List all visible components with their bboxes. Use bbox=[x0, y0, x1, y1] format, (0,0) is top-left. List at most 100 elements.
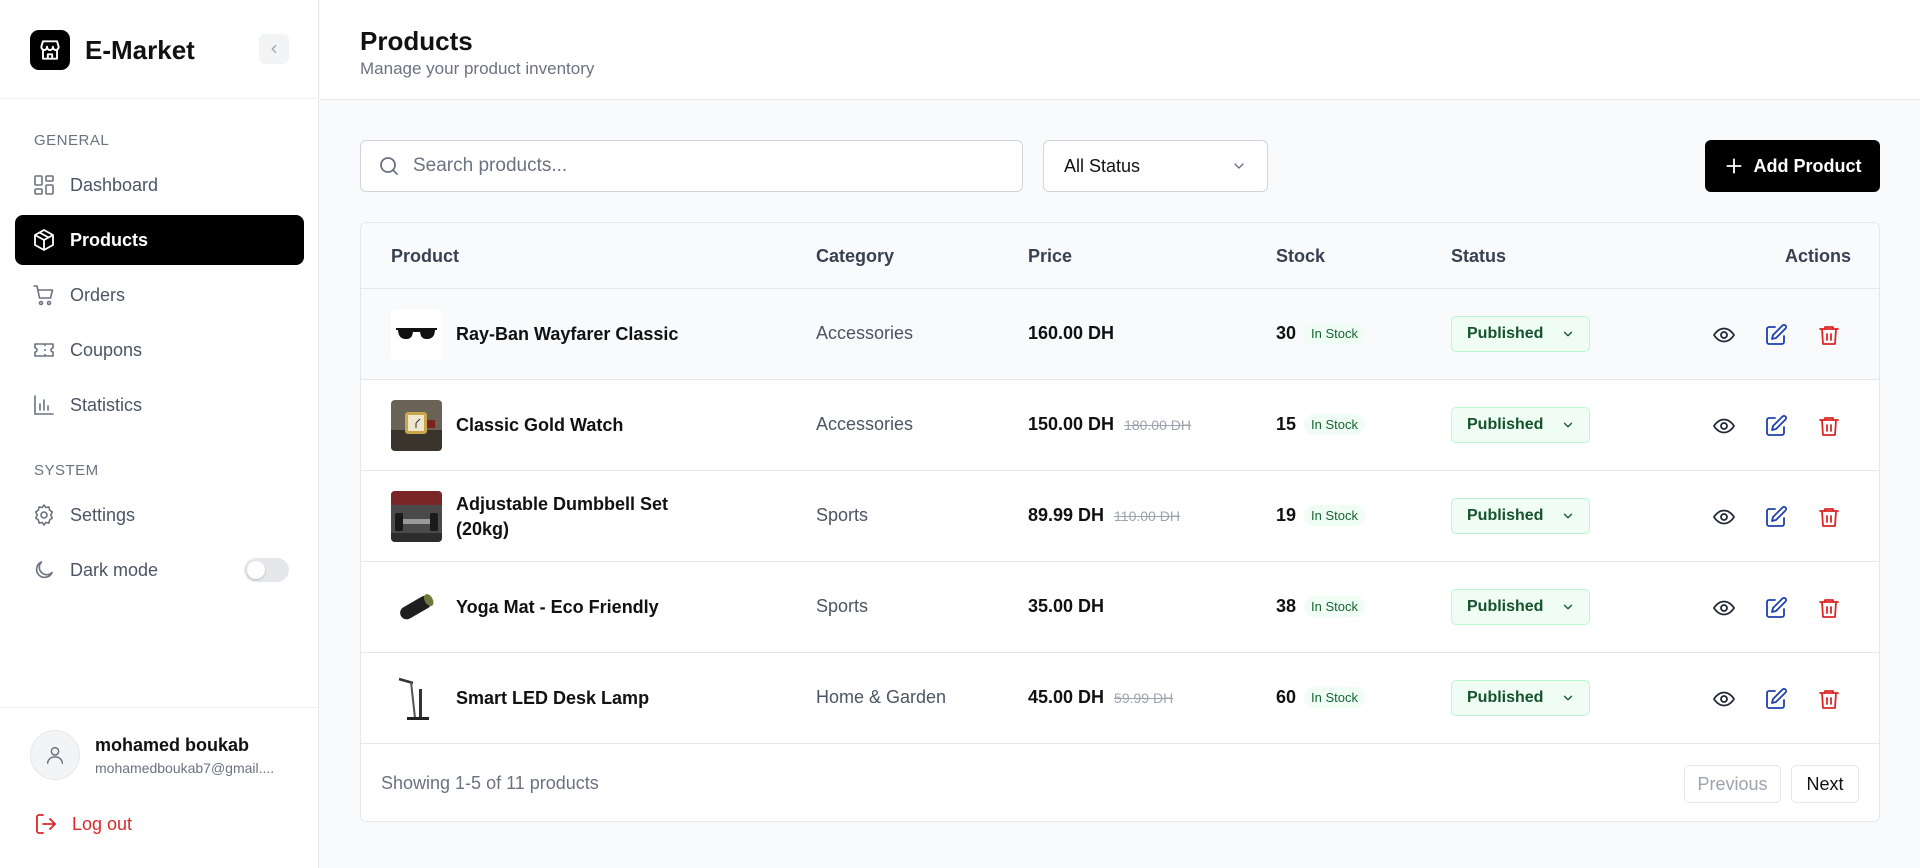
eye-icon bbox=[1712, 418, 1736, 434]
status-dropdown[interactable]: Published bbox=[1451, 498, 1590, 534]
dark-mode-toggle[interactable] bbox=[244, 558, 289, 582]
delete-button[interactable] bbox=[1816, 413, 1842, 439]
status-filter-select[interactable]: All Status bbox=[1043, 140, 1268, 192]
product-category: Accessories bbox=[816, 323, 914, 343]
sidebar-item-products[interactable]: Products bbox=[15, 215, 304, 265]
product-stock: 15 In Stock bbox=[1276, 414, 1365, 435]
next-page-button[interactable]: Next bbox=[1791, 765, 1859, 803]
dashboard-icon bbox=[31, 172, 57, 198]
eye-icon bbox=[1712, 600, 1736, 616]
column-header-category: Category bbox=[816, 246, 895, 266]
sidebar-item-settings[interactable]: Settings bbox=[15, 490, 304, 540]
view-button[interactable] bbox=[1711, 686, 1737, 712]
page-title: Products bbox=[360, 26, 473, 56]
add-product-button[interactable]: Add Product bbox=[1705, 140, 1880, 192]
edit-button[interactable] bbox=[1763, 322, 1789, 348]
delete-button[interactable] bbox=[1816, 504, 1842, 530]
eye-icon bbox=[1712, 691, 1736, 707]
edit-button[interactable] bbox=[1763, 504, 1789, 530]
edit-button[interactable] bbox=[1763, 595, 1789, 621]
edit-icon bbox=[1766, 688, 1787, 709]
sidebar-item-statistics[interactable]: Statistics bbox=[15, 380, 304, 430]
product-price: 35.00 DH bbox=[1028, 596, 1104, 617]
product-name: Yoga Mat - Eco Friendly bbox=[456, 597, 659, 617]
table-row[interactable]: Smart LED Desk Lamp Home & Garden 45.00 … bbox=[361, 653, 1879, 744]
store-icon bbox=[30, 30, 70, 70]
view-button[interactable] bbox=[1711, 595, 1737, 621]
status-filter-value: All Status bbox=[1064, 155, 1141, 176]
original-price: 59.99 DH bbox=[1114, 690, 1174, 706]
edit-button[interactable] bbox=[1763, 413, 1789, 439]
product-price: 150.00 DH 180.00 DH bbox=[1028, 414, 1191, 435]
collapse-sidebar-button[interactable] bbox=[259, 34, 289, 64]
search-input[interactable] bbox=[413, 155, 993, 177]
status-dropdown[interactable]: Published bbox=[1451, 589, 1590, 625]
column-header-actions: Actions bbox=[1784, 246, 1851, 266]
trash-icon bbox=[1819, 417, 1839, 436]
page-header: Products Manage your product inventory bbox=[320, 0, 1920, 100]
current-price: 89.99 DH bbox=[1028, 505, 1105, 525]
delete-button[interactable] bbox=[1816, 595, 1842, 621]
current-price: 160.00 DH bbox=[1028, 323, 1115, 343]
original-price: 180.00 DH bbox=[1124, 417, 1191, 433]
sidebar-item-label: Statistics bbox=[70, 394, 143, 415]
sidebar-item-label: Products bbox=[70, 229, 149, 250]
chevron-left-icon bbox=[271, 44, 277, 54]
product-image-yoga-mat bbox=[391, 582, 442, 633]
avatar[interactable] bbox=[30, 730, 80, 780]
sidebar-item-label: Dark mode bbox=[70, 559, 159, 580]
chevron-down-icon bbox=[1563, 331, 1573, 337]
bar-chart-icon bbox=[31, 392, 57, 418]
status-dropdown[interactable]: Published bbox=[1451, 316, 1590, 352]
search-box[interactable] bbox=[360, 140, 1023, 192]
product-name: Classic Gold Watch bbox=[456, 415, 624, 435]
view-button[interactable] bbox=[1711, 413, 1737, 439]
products-table: Product Category Price Stock Status Acti… bbox=[360, 222, 1880, 822]
column-header-price: Price bbox=[1028, 246, 1073, 266]
view-button[interactable] bbox=[1711, 504, 1737, 530]
stock-count: 38 bbox=[1276, 596, 1297, 616]
sidebar-item-label: Coupons bbox=[70, 339, 143, 360]
stock-badge: In Stock bbox=[1304, 505, 1365, 526]
toggle-knob bbox=[247, 561, 265, 579]
current-price: 35.00 DH bbox=[1028, 596, 1105, 616]
sidebar: E-Market GENERAL Dashboard Products Orde… bbox=[0, 0, 319, 868]
ticket-icon bbox=[31, 337, 57, 363]
trash-icon bbox=[1819, 326, 1839, 345]
logout-label: Log out bbox=[72, 813, 133, 834]
table-row[interactable]: Classic Gold Watch Accessories 150.00 DH… bbox=[361, 380, 1879, 471]
logout-button[interactable]: Log out bbox=[34, 812, 132, 836]
edit-button[interactable] bbox=[1763, 686, 1789, 712]
brand[interactable]: E-Market bbox=[30, 30, 195, 70]
table-row[interactable]: Ray-Ban Wayfarer Classic Accessories 160… bbox=[361, 289, 1879, 380]
product-name: Smart LED Desk Lamp bbox=[456, 688, 650, 708]
stock-badge: In Stock bbox=[1304, 414, 1365, 435]
chevron-down-icon bbox=[1563, 604, 1573, 610]
chevron-down-icon bbox=[1563, 422, 1573, 428]
table-row[interactable]: Adjustable Dumbbell Set (20kg) Sports 89… bbox=[361, 471, 1879, 562]
status-dropdown[interactable]: Published bbox=[1451, 680, 1590, 716]
user-email: mohamedboukab7@gmail.... bbox=[95, 760, 275, 776]
stock-badge: In Stock bbox=[1304, 596, 1365, 617]
plus-icon bbox=[1725, 158, 1742, 174]
status-dropdown[interactable]: Published bbox=[1451, 407, 1590, 443]
sidebar-item-dashboard[interactable]: Dashboard bbox=[15, 160, 304, 210]
status-value: Published bbox=[1467, 689, 1544, 706]
table-row[interactable]: Yoga Mat - Eco Friendly Sports 35.00 DH … bbox=[361, 562, 1879, 653]
product-name: Adjustable Dumbbell Set (20kg) bbox=[456, 493, 669, 539]
column-header-product: Product bbox=[391, 246, 460, 266]
product-category: Accessories bbox=[816, 414, 914, 434]
sidebar-item-label: Orders bbox=[70, 284, 126, 305]
stock-count: 19 bbox=[1276, 505, 1297, 525]
view-button[interactable] bbox=[1711, 322, 1737, 348]
edit-icon bbox=[1766, 324, 1787, 345]
product-price: 45.00 DH 59.99 DH bbox=[1028, 687, 1173, 708]
previous-page-button[interactable]: Previous bbox=[1684, 765, 1781, 803]
column-header-status: Status bbox=[1451, 246, 1507, 266]
delete-button[interactable] bbox=[1816, 686, 1842, 712]
delete-button[interactable] bbox=[1816, 322, 1842, 348]
sidebar-item-coupons[interactable]: Coupons bbox=[15, 325, 304, 375]
chevron-down-icon bbox=[1563, 513, 1573, 519]
sidebar-item-orders[interactable]: Orders bbox=[15, 270, 304, 320]
trash-icon bbox=[1819, 599, 1839, 618]
